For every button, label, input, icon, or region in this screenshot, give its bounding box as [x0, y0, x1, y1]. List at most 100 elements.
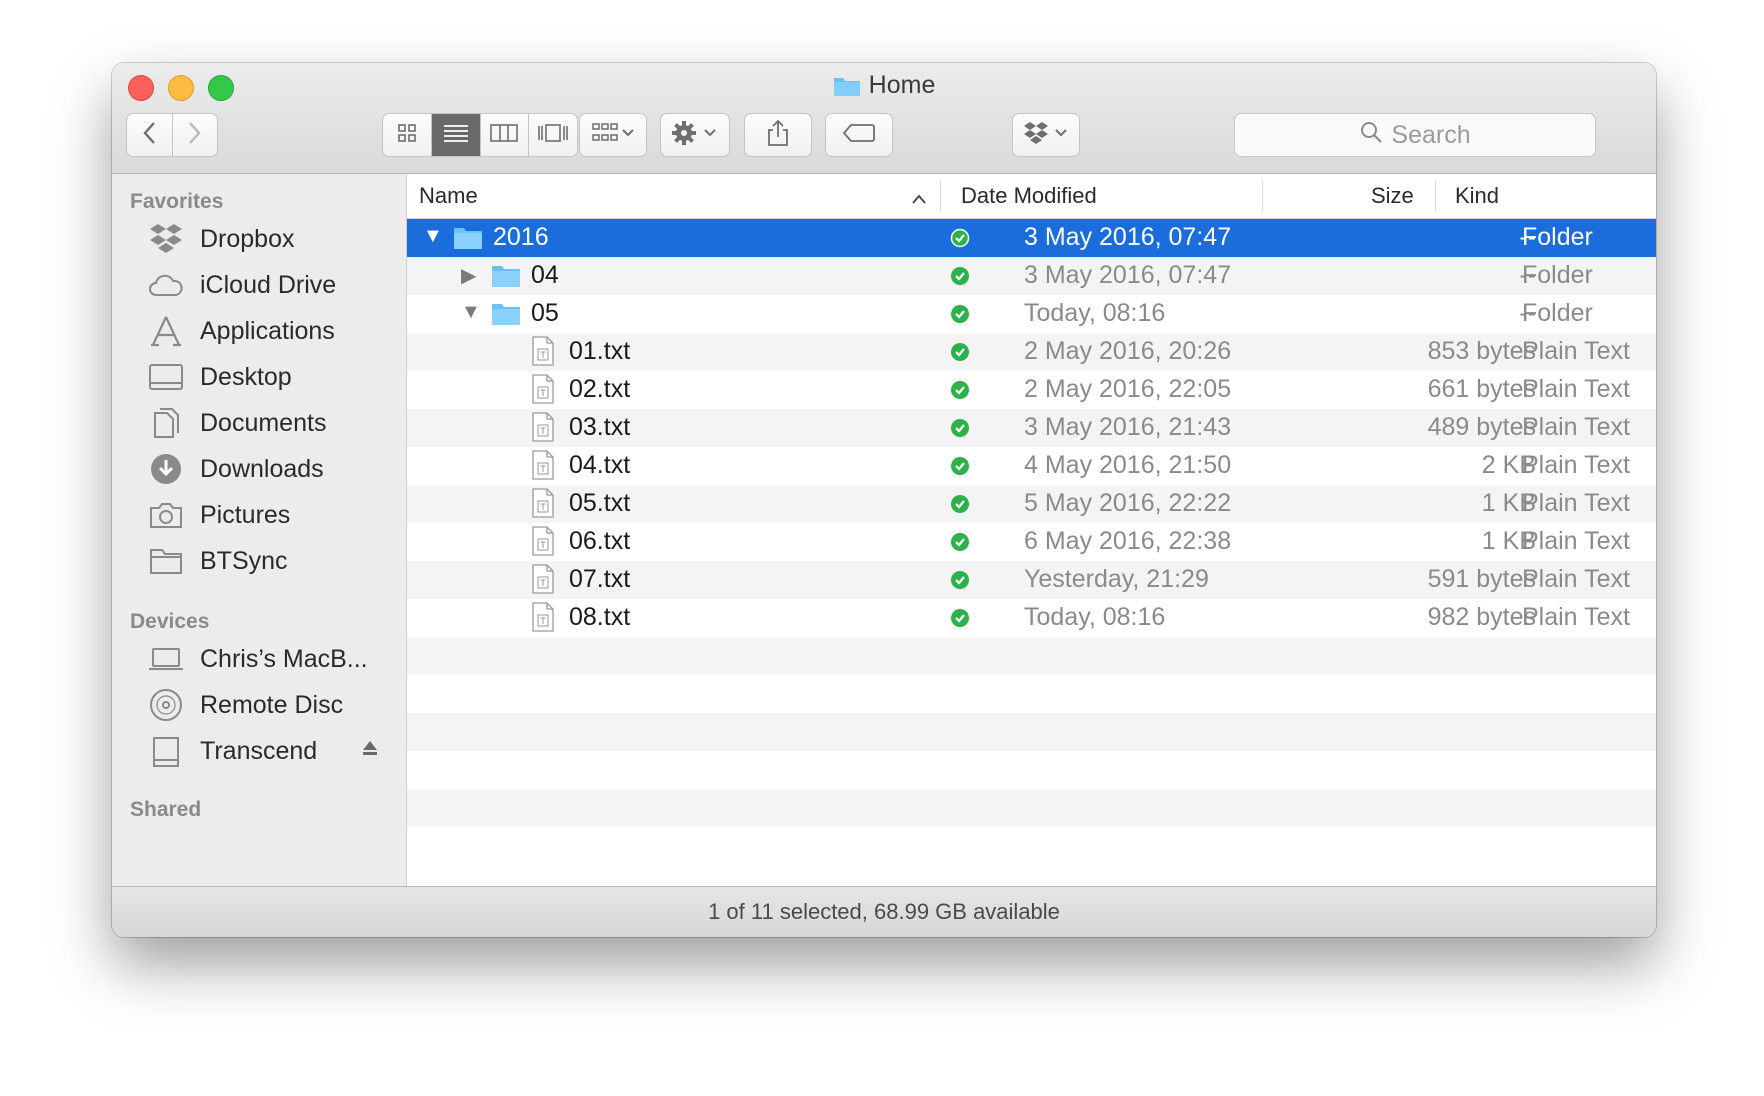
file-kind: Plain Text: [1522, 337, 1630, 365]
sidebar-item-label: BTSync: [200, 546, 288, 575]
sort-ascending-icon: [911, 185, 927, 211]
eject-icon[interactable]: [361, 737, 379, 763]
sync-status-icon: [950, 492, 970, 521]
sidebar-item-remote-disc[interactable]: Remote Disc: [148, 682, 343, 728]
table-row[interactable]: 07.txt Yesterday, 21:29 591 bytes Plain Tex…: [407, 561, 1656, 599]
table-row[interactable]: ▼ 2016 3 May 2016, 07:47 -- Folder: [407, 219, 1656, 257]
column-header-kind[interactable]: Kind: [1455, 183, 1499, 209]
empty-row: [407, 827, 1656, 865]
desktop-icon: [148, 359, 184, 395]
list-view-button[interactable]: [431, 114, 481, 156]
camera-icon: [148, 497, 184, 533]
icon-view-button[interactable]: [383, 114, 432, 156]
share-button[interactable]: [744, 113, 812, 157]
table-row[interactable]: ▼ 05 Today, 08:16 -- Folder: [407, 295, 1656, 333]
date-modified: Today, 08:16: [1024, 299, 1166, 327]
sidebar-item-btsync[interactable]: BTSync: [148, 538, 288, 584]
disclosure-expanded-icon[interactable]: ▼: [423, 225, 443, 248]
file-kind: Plain Text: [1522, 375, 1630, 403]
column-header-name[interactable]: Name: [419, 183, 478, 209]
sidebar-item-pictures[interactable]: Pictures: [148, 492, 290, 538]
column-view-button[interactable]: [480, 114, 530, 156]
sync-status-icon: [950, 530, 970, 559]
sidebar-item-label: Chris’s MacB...: [200, 644, 368, 673]
forward-button[interactable]: [172, 114, 217, 156]
file-name: 2016: [493, 223, 549, 251]
column-header-date-modified[interactable]: Date Modified: [961, 183, 1097, 209]
arrange-icon: [592, 122, 634, 149]
file-list: Name Date Modified Size Kind ▼ 2016 3 May …: [407, 174, 1656, 887]
sync-status-icon: [950, 226, 970, 255]
file-name: 06.txt: [569, 527, 631, 555]
folder-icon: [453, 226, 483, 257]
drive-icon: [148, 733, 184, 769]
dropbox-icon: [148, 221, 184, 257]
dropbox-icon: [1023, 121, 1069, 150]
table-row[interactable]: 03.txt 3 May 2016, 21:43 489 bytes Plain Te…: [407, 409, 1656, 447]
sidebar-item-desktop[interactable]: Desktop: [148, 354, 292, 400]
file-rows: ▼ 2016 3 May 2016, 07:47 -- Folder ▶ 04 3 May 2…: [407, 219, 1656, 865]
date-modified: 3 May 2016, 07:47: [1024, 261, 1232, 289]
file-size: 489 bytes: [1427, 413, 1536, 441]
column-separator[interactable]: [940, 180, 941, 212]
sync-status-icon: [950, 378, 970, 407]
edit-tags-button[interactable]: [825, 113, 893, 157]
column-separator[interactable]: [1262, 180, 1263, 212]
text-file-icon: [531, 450, 555, 487]
search-placeholder: Search: [1391, 120, 1471, 149]
arrange-button[interactable]: [579, 113, 647, 157]
coverflow-view-button[interactable]: [529, 114, 577, 156]
action-button[interactable]: [660, 113, 730, 157]
table-row[interactable]: 02.txt 2 May 2016, 22:05 661 bytes Plain Te…: [407, 371, 1656, 409]
disc-icon: [148, 687, 184, 723]
sidebar-item-transcend[interactable]: Transcend: [148, 728, 317, 774]
search-field[interactable]: Search: [1234, 113, 1596, 157]
column-separator[interactable]: [1435, 180, 1436, 212]
table-row[interactable]: 08.txt Today, 08:16 982 bytes Plain Text: [407, 599, 1656, 637]
sidebar-item-dropbox[interactable]: Dropbox: [148, 216, 295, 262]
titlebar: Home Search: [112, 63, 1656, 174]
folder-icon: [491, 302, 521, 333]
empty-row: [407, 675, 1656, 713]
sidebar-item-macbook[interactable]: Chris’s MacB...: [148, 636, 368, 682]
sidebar-item-downloads[interactable]: Downloads: [148, 446, 324, 492]
file-kind: Plain Text: [1522, 565, 1630, 593]
column-header-size[interactable]: Size: [1371, 183, 1414, 209]
empty-row: [407, 713, 1656, 751]
date-modified: Today, 08:16: [1024, 603, 1166, 631]
file-size: 661 bytes: [1427, 375, 1536, 403]
text-file-icon: [531, 374, 555, 411]
sidebar-item-documents[interactable]: Documents: [148, 400, 326, 446]
sidebar-item-applications[interactable]: Applications: [148, 308, 335, 354]
table-row[interactable]: 04.txt 4 May 2016, 21:50 2 KB Plain Text: [407, 447, 1656, 485]
date-modified: 6 May 2016, 22:38: [1024, 527, 1232, 555]
window-title: Home: [112, 71, 1656, 104]
search-icon: [1359, 120, 1391, 151]
file-kind: Folder: [1522, 261, 1593, 289]
dropbox-button[interactable]: [1012, 113, 1080, 157]
disclosure-collapsed-icon[interactable]: ▶: [461, 263, 476, 288]
back-button[interactable]: [127, 114, 173, 156]
file-size: 982 bytes: [1427, 603, 1536, 631]
table-row[interactable]: 05.txt 5 May 2016, 22:22 1 KB Plain Text: [407, 485, 1656, 523]
file-kind: Folder: [1522, 299, 1593, 327]
file-kind: Plain Text: [1522, 489, 1630, 517]
file-kind: Plain Text: [1522, 527, 1630, 555]
sidebar-item-icloud-drive[interactable]: iCloud Drive: [148, 262, 336, 308]
sync-status-icon: [950, 568, 970, 597]
sync-status-icon: [950, 264, 970, 293]
table-row[interactable]: 01.txt 2 May 2016, 20:26 853 bytes Plain Te…: [407, 333, 1656, 371]
folder-icon: [491, 264, 521, 295]
sidebar-item-label: Pictures: [200, 500, 291, 529]
table-row[interactable]: ▶ 04 3 May 2016, 07:47 -- Folder: [407, 257, 1656, 295]
sidebar: Favorites Dropbox iCloud Drive Applicati…: [112, 174, 407, 887]
folder-icon: [148, 543, 184, 579]
finder-window: Home Search Favorites Dropbox iCloud Dri…: [112, 63, 1656, 937]
file-kind: Folder: [1522, 223, 1593, 251]
file-name: 07.txt: [569, 565, 631, 593]
text-file-icon: [531, 564, 555, 601]
file-size: 591 bytes: [1427, 565, 1536, 593]
disclosure-expanded-icon[interactable]: ▼: [461, 301, 481, 324]
folder-icon: [833, 75, 861, 104]
table-row[interactable]: 06.txt 6 May 2016, 22:38 1 KB Plain Text: [407, 523, 1656, 561]
